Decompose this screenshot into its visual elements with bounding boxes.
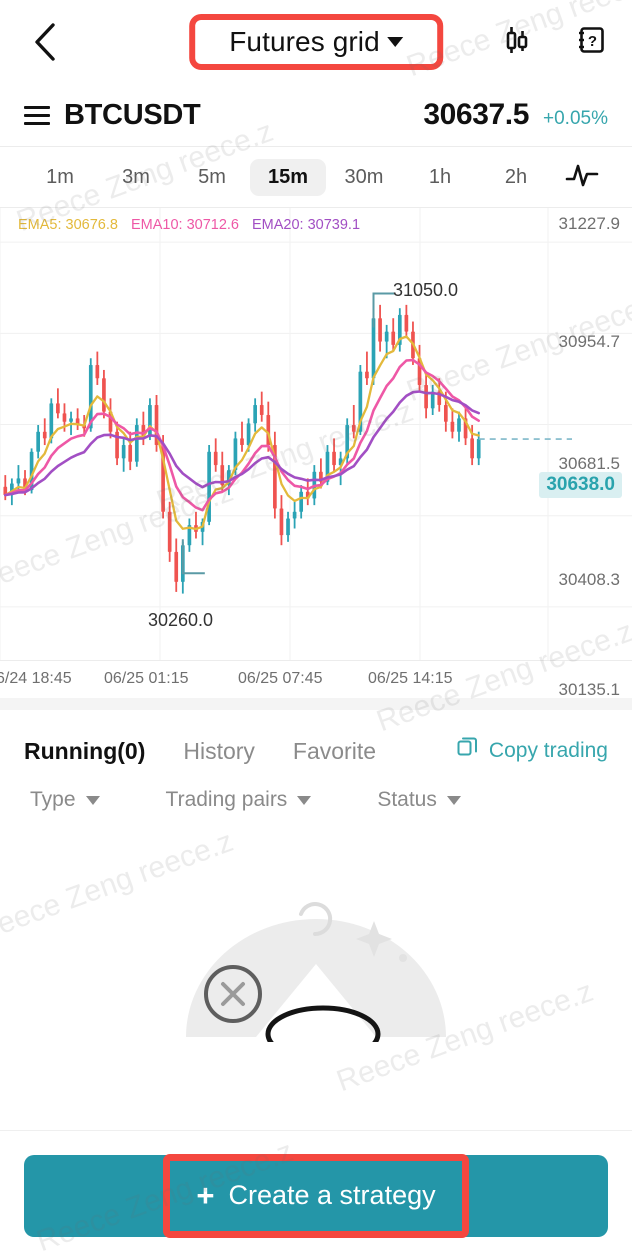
create-strategy-label: Create a strategy	[228, 1180, 436, 1210]
empty-state	[0, 812, 632, 1082]
filter-type[interactable]: Type	[30, 788, 100, 812]
candlestick-chart-icon	[501, 24, 533, 61]
tab-history[interactable]: History	[183, 738, 255, 765]
price-chart[interactable]: EMA5: 30676.8 EMA10: 30712.6 EMA20: 3073…	[0, 208, 632, 699]
help-book-icon: ?	[575, 24, 607, 61]
copy-trading-label: Copy trading	[488, 739, 608, 762]
y-axis-label-3: 30408.3	[558, 570, 620, 589]
timeframe-2h[interactable]: 2h	[478, 159, 554, 196]
top-navigation-bar: Futures grid ?	[0, 0, 632, 84]
symbol-price: 30637.5	[423, 98, 530, 131]
y-axis-label-2: 30681.5	[558, 454, 620, 473]
ema10-legend: EMA10: 30712.6	[130, 217, 239, 233]
chevron-down-icon	[446, 795, 461, 805]
ema-legend: EMA5: 30676.8 EMA10: 30712.6 EMA20: 3073…	[18, 217, 360, 233]
help-button[interactable]: ?	[574, 25, 608, 59]
timeframe-1m[interactable]: 1m	[22, 159, 98, 196]
strategy-tabs: Running(0) History Favorite Copy trading	[0, 710, 632, 766]
filter-row: Type Trading pairs Status	[0, 766, 632, 812]
ema20-legend: EMA20: 30739.1	[252, 217, 361, 233]
candlestick-chart-button[interactable]	[500, 25, 534, 59]
timeframe-1h[interactable]: 1h	[402, 159, 478, 196]
svg-text:?: ?	[588, 33, 597, 50]
timeframe-5m[interactable]: 5m	[174, 159, 250, 196]
symbol-name[interactable]: BTCUSDT	[64, 99, 201, 132]
plus-icon: +	[196, 1178, 215, 1213]
x-axis-label-2: 06/25 07:45	[238, 670, 323, 687]
section-divider	[0, 698, 632, 710]
indicator-settings-button[interactable]	[554, 160, 610, 195]
caret-down-icon	[386, 37, 403, 47]
empty-box-illustration	[151, 852, 481, 1063]
copy-trading-link[interactable]: Copy trading	[456, 736, 608, 766]
page-title-dropdown[interactable]: Futures grid	[189, 14, 443, 70]
timeframe-30m[interactable]: 30m	[326, 159, 402, 196]
chart-high-label: 31050.0	[393, 280, 459, 300]
ema5-legend: EMA5: 30676.8	[18, 217, 118, 233]
symbol-row: BTCUSDT 30637.5 +0.05%	[0, 84, 632, 146]
x-axis-label-3: 06/25 14:15	[368, 670, 453, 687]
filter-trading-pairs[interactable]: Trading pairs	[166, 788, 312, 812]
filter-trading-pairs-label: Trading pairs	[165, 788, 288, 811]
bottom-action-bar: + Create a strategy	[0, 1130, 632, 1260]
y-axis-label-4: 30135.1	[558, 680, 620, 699]
chevron-down-icon	[85, 795, 100, 805]
pulse-indicator-icon	[565, 160, 599, 195]
page-title: Futures grid	[229, 26, 380, 57]
hamburger-icon[interactable]	[24, 105, 50, 125]
chart-low-label: 30260.0	[148, 610, 214, 630]
tab-favorite[interactable]: Favorite	[293, 738, 376, 765]
y-axis-label-0: 31227.9	[558, 214, 620, 233]
timeframe-15m[interactable]: 15m	[250, 158, 326, 196]
back-button[interactable]	[24, 21, 66, 63]
symbol-change-percent: +0.05%	[543, 108, 608, 129]
top-actions: ?	[500, 25, 608, 59]
chevron-down-icon	[297, 795, 312, 805]
current-price-badge: 30638.0	[539, 472, 622, 498]
x-axis-label-1: 06/25 01:15	[104, 670, 189, 687]
x-axis: 6/24 18:45 06/25 01:15 06/25 07:45 06/25…	[0, 660, 632, 698]
filter-status-label: Status	[377, 788, 437, 811]
symbol-price-group: 30637.5 +0.05%	[423, 98, 608, 132]
create-strategy-button[interactable]: + Create a strategy	[24, 1153, 608, 1238]
chevron-left-icon	[32, 22, 58, 62]
filter-status[interactable]: Status	[377, 788, 461, 812]
x-axis-label-0: 6/24 18:45	[0, 670, 72, 687]
y-axis-label-1: 30954.7	[558, 332, 620, 351]
timeframe-3m[interactable]: 3m	[98, 159, 174, 196]
filter-type-label: Type	[30, 788, 76, 811]
chart-canvas	[0, 208, 632, 660]
copy-icon	[456, 736, 480, 766]
tab-running[interactable]: Running(0)	[24, 738, 145, 765]
timeframe-bar: 1m 3m 5m 15m 30m 1h 2h	[0, 146, 632, 208]
